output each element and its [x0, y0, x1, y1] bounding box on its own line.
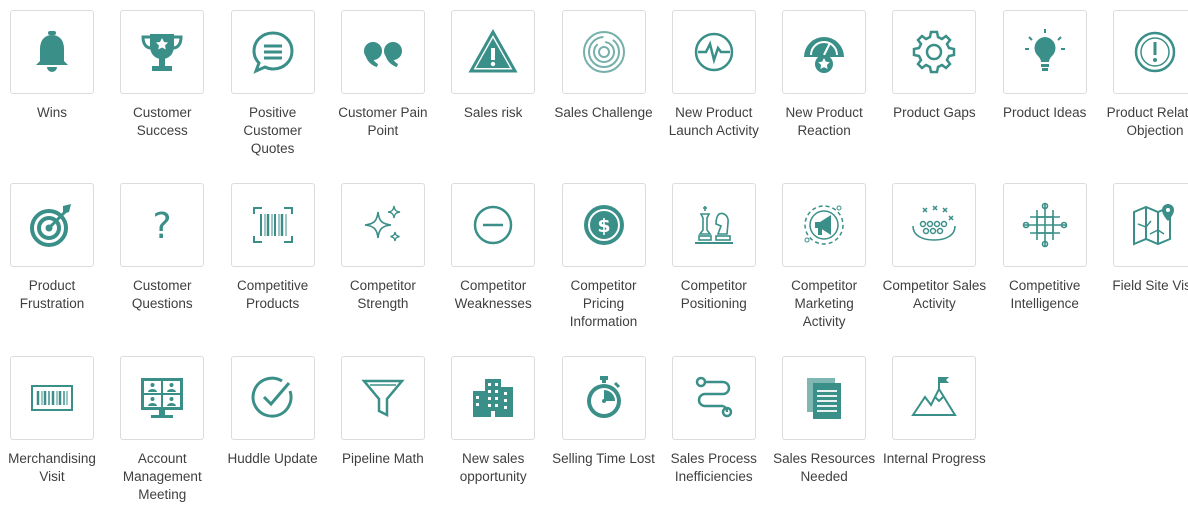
dollar-coin-icon[interactable]: $	[561, 183, 646, 267]
tile-field-site-visit[interactable]: Field Site Visit	[1103, 173, 1188, 345]
tile-new-sales-opportunity[interactable]: New sales opportunity	[441, 346, 551, 518]
tile-competitor-sales-activity[interactable]: Competitor Sales Activity	[882, 173, 992, 345]
tile-customer-success[interactable]: Customer Success	[110, 0, 220, 172]
video-meeting-icon[interactable]	[120, 356, 205, 440]
tile-sales-resources-needed[interactable]: Sales Resources Needed	[772, 346, 882, 518]
tile-competitor-marketing-activity[interactable]: Competitor Marketing Activity	[772, 173, 882, 345]
tile-label: Competitive Products	[236, 278, 309, 311]
tile-label: Field Site Visit	[1112, 278, 1188, 293]
map-pin-icon[interactable]	[1113, 183, 1188, 267]
tile-competitor-strength[interactable]: Competitor Strength	[331, 173, 441, 345]
tile-label: Internal Progress	[882, 451, 986, 466]
tile-label: New Product Launch Activity	[668, 105, 759, 138]
check-circle-icon[interactable]	[230, 356, 315, 440]
barcode-scan-icon[interactable]	[230, 183, 315, 267]
tile-label: Selling Time Lost	[552, 451, 655, 466]
maze-icon[interactable]	[561, 10, 646, 94]
tile-label: Competitor Pricing Information	[569, 278, 638, 329]
process-path-icon[interactable]	[671, 356, 756, 440]
stopwatch-icon[interactable]	[561, 356, 646, 440]
tile-label: Product Gaps	[893, 105, 976, 120]
tile-sales-risk[interactable]: Sales risk	[441, 0, 551, 172]
tile-product-gaps[interactable]: Product Gaps	[882, 0, 992, 172]
tile-competitor-positioning[interactable]: Competitor Positioning	[662, 173, 772, 345]
minus-circle-icon[interactable]	[451, 183, 536, 267]
tile-label: New Product Reaction	[785, 105, 863, 138]
tile-label: Sales Challenge	[554, 105, 653, 120]
tile-competitive-intelligence[interactable]: Competitive Intelligence	[993, 173, 1103, 345]
tile-label: Competitor Strength	[349, 278, 416, 311]
tile-label: Merchandising Visit	[8, 451, 96, 484]
tile-label: Customer Questions	[131, 278, 193, 311]
speech-bubble-icon[interactable]	[230, 10, 315, 94]
quote-marks-icon[interactable]	[340, 10, 425, 94]
tile-competitor-pricing-information[interactable]: $ Competitor Pricing Information	[552, 173, 662, 345]
tile-product-related-objection[interactable]: Product Related Objection	[1103, 0, 1188, 172]
play-diagram-icon[interactable]	[892, 183, 977, 267]
target-icon[interactable]	[10, 183, 94, 267]
tile-label: New sales opportunity	[459, 451, 527, 484]
tile-internal-progress[interactable]: Internal Progress	[882, 346, 992, 518]
building-icon[interactable]	[451, 356, 536, 440]
question-mark-icon[interactable]: ?	[120, 183, 205, 267]
tile-sales-process-inefficiencies[interactable]: Sales Process Inefficiencies	[662, 346, 772, 518]
tile-competitive-products[interactable]: Competitive Products	[221, 173, 331, 345]
tile-label: Huddle Update	[227, 451, 318, 466]
tile-label: Wins	[37, 105, 67, 120]
tile-account-management-meeting[interactable]: Account Management Meeting	[110, 346, 220, 518]
sparkles-icon[interactable]	[340, 183, 425, 267]
tile-label: Product Ideas	[1003, 105, 1087, 120]
pulse-icon[interactable]	[671, 10, 756, 94]
tile-merchandising-visit[interactable]: Merchandising Visit	[0, 346, 110, 518]
chess-icon[interactable]	[671, 183, 756, 267]
documents-icon[interactable]	[782, 356, 867, 440]
tile-competitor-weaknesses[interactable]: Competitor Weaknesses	[441, 173, 551, 345]
tile-label: Account Management Meeting	[122, 451, 202, 502]
tile-label: Pipeline Math	[341, 451, 424, 466]
barcode-icon[interactable]	[10, 356, 94, 440]
lightbulb-icon[interactable]	[1002, 10, 1087, 94]
tile-new-product-reaction[interactable]: New Product Reaction	[772, 0, 882, 172]
exclamation-circle-icon[interactable]	[1113, 10, 1188, 94]
tile-product-ideas[interactable]: Product Ideas	[993, 0, 1103, 172]
trophy-icon[interactable]	[120, 10, 205, 94]
tile-positive-customer-quotes[interactable]: Positive Customer Quotes	[221, 0, 331, 172]
icon-grid: Wins Customer Success Positive Customer Qu…	[0, 0, 1188, 502]
tile-selling-time-lost[interactable]: Selling Time Lost	[552, 346, 662, 518]
megaphone-icon[interactable]	[782, 183, 867, 267]
tile-label: Competitor Sales Activity	[882, 278, 987, 311]
network-icon[interactable]	[1002, 183, 1087, 267]
tile-label: Positive Customer Quotes	[243, 105, 302, 156]
tile-sales-challenge[interactable]: Sales Challenge	[552, 0, 662, 172]
warning-icon[interactable]	[451, 10, 536, 94]
tile-new-product-launch-activity[interactable]: New Product Launch Activity	[662, 0, 772, 172]
tile-wins[interactable]: Wins	[0, 0, 110, 172]
tile-customer-questions[interactable]: ? Customer Questions	[110, 173, 220, 345]
funnel-icon[interactable]	[340, 356, 425, 440]
gauge-star-icon[interactable]	[782, 10, 867, 94]
svg-text:?: ?	[153, 206, 172, 247]
tile-label: Competitor Positioning	[680, 278, 747, 311]
tile-label: Customer Success	[133, 105, 192, 138]
tile-label: Sales risk	[463, 105, 523, 120]
tile-label: Competitor Marketing Activity	[791, 278, 858, 329]
tile-label: Competitor Weaknesses	[454, 278, 532, 311]
tile-label: Customer Pain Point	[338, 105, 428, 138]
tile-label: Product Related Objection	[1106, 105, 1188, 138]
tile-label: Product Frustration	[19, 278, 85, 311]
tile-product-frustration[interactable]: Product Frustration	[0, 173, 110, 345]
bell-icon[interactable]	[10, 10, 94, 94]
tile-label: Sales Process Inefficiencies	[670, 451, 757, 484]
mountain-flag-icon[interactable]	[892, 356, 977, 440]
tile-label: Sales Resources Needed	[773, 451, 876, 484]
svg-text:$: $	[597, 215, 610, 237]
tile-pipeline-math[interactable]: Pipeline Math	[331, 346, 441, 518]
gear-icon[interactable]	[892, 10, 977, 94]
tile-label: Competitive Intelligence	[1009, 278, 1081, 311]
tile-huddle-update[interactable]: Huddle Update	[221, 346, 331, 518]
tile-customer-pain-point[interactable]: Customer Pain Point	[331, 0, 441, 172]
